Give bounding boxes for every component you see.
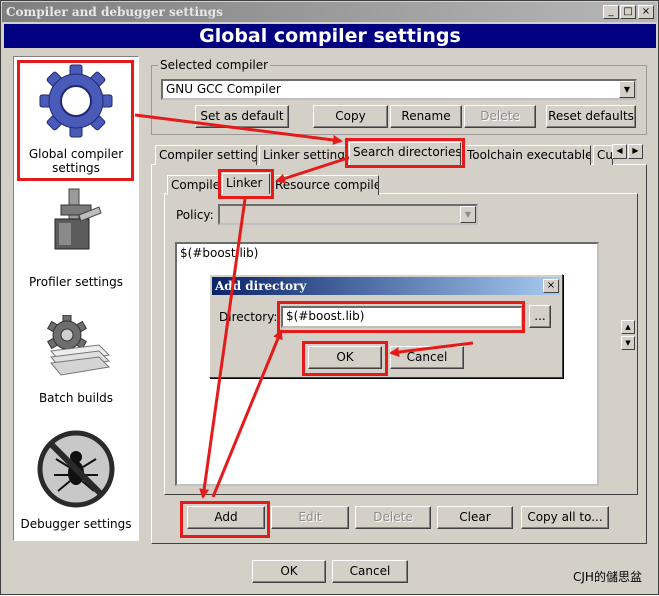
- settings-window: Compiler and debugger settings _ □ × Glo…: [0, 0, 659, 595]
- window-titlebar[interactable]: Compiler and debugger settings: [2, 2, 657, 22]
- add-directory-button[interactable]: Add: [187, 506, 265, 529]
- list-item[interactable]: $(#boost.lib): [177, 244, 597, 262]
- page-title: Global compiler settings: [4, 24, 656, 48]
- cancel-button[interactable]: Cancel: [332, 560, 408, 583]
- sidebar-item-label: Batch builds: [38, 391, 114, 405]
- delete-compiler-button[interactable]: Delete: [464, 105, 536, 128]
- chevron-down-icon[interactable]: ▼: [619, 81, 635, 98]
- sidebar-item-label: Global compiler settings: [28, 147, 124, 175]
- sidebar-item-label: Debugger settings: [20, 517, 132, 531]
- directory-label: Directory:: [219, 310, 278, 324]
- selected-compiler-legend: Selected compiler: [158, 58, 271, 72]
- ok-button[interactable]: OK: [252, 560, 326, 583]
- move-up-icon[interactable]: ▲: [621, 320, 635, 334]
- rename-compiler-button[interactable]: Rename: [390, 105, 462, 128]
- no-bug-icon: [37, 430, 115, 508]
- chevron-down-icon[interactable]: ▼: [460, 206, 476, 223]
- tab-compiler[interactable]: Compiler: [167, 175, 221, 195]
- tab-scroll-left-icon[interactable]: ◀: [612, 144, 627, 159]
- dialog-close-button[interactable]: ×: [543, 279, 559, 293]
- tab-linker-settings[interactable]: Linker settings: [259, 145, 347, 165]
- dialog-ok-button[interactable]: OK: [308, 346, 382, 369]
- edit-directory-button[interactable]: Edit: [271, 506, 349, 529]
- policy-select[interactable]: ▼: [218, 204, 478, 225]
- copy-compiler-button[interactable]: Copy: [313, 105, 388, 128]
- compiler-select-value: GNU GCC Compiler: [166, 82, 281, 96]
- maximize-button[interactable]: □: [620, 5, 636, 19]
- delete-directory-button[interactable]: Delete: [355, 506, 431, 529]
- tab-compiler-settings[interactable]: Compiler settings: [155, 145, 257, 165]
- category-sidebar: Global compiler settings Profiler settin…: [13, 56, 139, 541]
- move-down-icon[interactable]: ▼: [621, 336, 635, 350]
- reset-defaults-button[interactable]: Reset defaults: [546, 105, 636, 128]
- tab-search-directories[interactable]: Search directories: [349, 142, 461, 165]
- clear-directories-button[interactable]: Clear: [437, 506, 513, 529]
- window-title: Compiler and debugger settings: [6, 5, 223, 19]
- caliper-icon: [54, 188, 102, 250]
- policy-label: Policy:: [176, 208, 214, 222]
- tab-scroll-right-icon[interactable]: ▶: [628, 144, 643, 159]
- sidebar-item-global-compiler[interactable]: Global compiler settings: [14, 63, 138, 175]
- dialog-cancel-button[interactable]: Cancel: [390, 346, 464, 369]
- tab-linker[interactable]: Linker: [222, 173, 270, 194]
- tab-toolchain-executables[interactable]: Toolchain executables: [463, 145, 591, 165]
- sidebar-item-profiler[interactable]: Profiler settings: [14, 185, 138, 289]
- close-button[interactable]: ×: [638, 5, 654, 19]
- tab-resource-compiler[interactable]: Resource compiler: [271, 175, 379, 195]
- watermark: CJH的儲思盆: [573, 570, 642, 584]
- sidebar-item-debugger[interactable]: Debugger settings: [14, 429, 138, 531]
- directory-input-value: $(#boost.lib): [286, 309, 365, 323]
- minimize-button[interactable]: _: [603, 5, 619, 19]
- dialog-title: Add directory: [215, 279, 307, 293]
- set-as-default-button[interactable]: Set as default: [195, 105, 289, 128]
- gear-icon: [39, 64, 113, 138]
- sidebar-item-batch-builds[interactable]: Batch builds: [14, 315, 138, 405]
- stack-gear-icon: [46, 315, 111, 376]
- tab-custom-truncated[interactable]: Cu: [593, 145, 613, 165]
- add-directory-dialog: Add directory × Directory: $(#boost.lib)…: [209, 274, 563, 378]
- dialog-titlebar[interactable]: Add directory: [212, 277, 560, 295]
- copy-all-to-button[interactable]: Copy all to...: [521, 506, 609, 529]
- sidebar-item-label: Profiler settings: [29, 275, 123, 289]
- directory-input[interactable]: $(#boost.lib): [281, 306, 523, 328]
- compiler-select[interactable]: GNU GCC Compiler ▼: [161, 79, 637, 100]
- browse-button[interactable]: ...: [529, 305, 551, 328]
